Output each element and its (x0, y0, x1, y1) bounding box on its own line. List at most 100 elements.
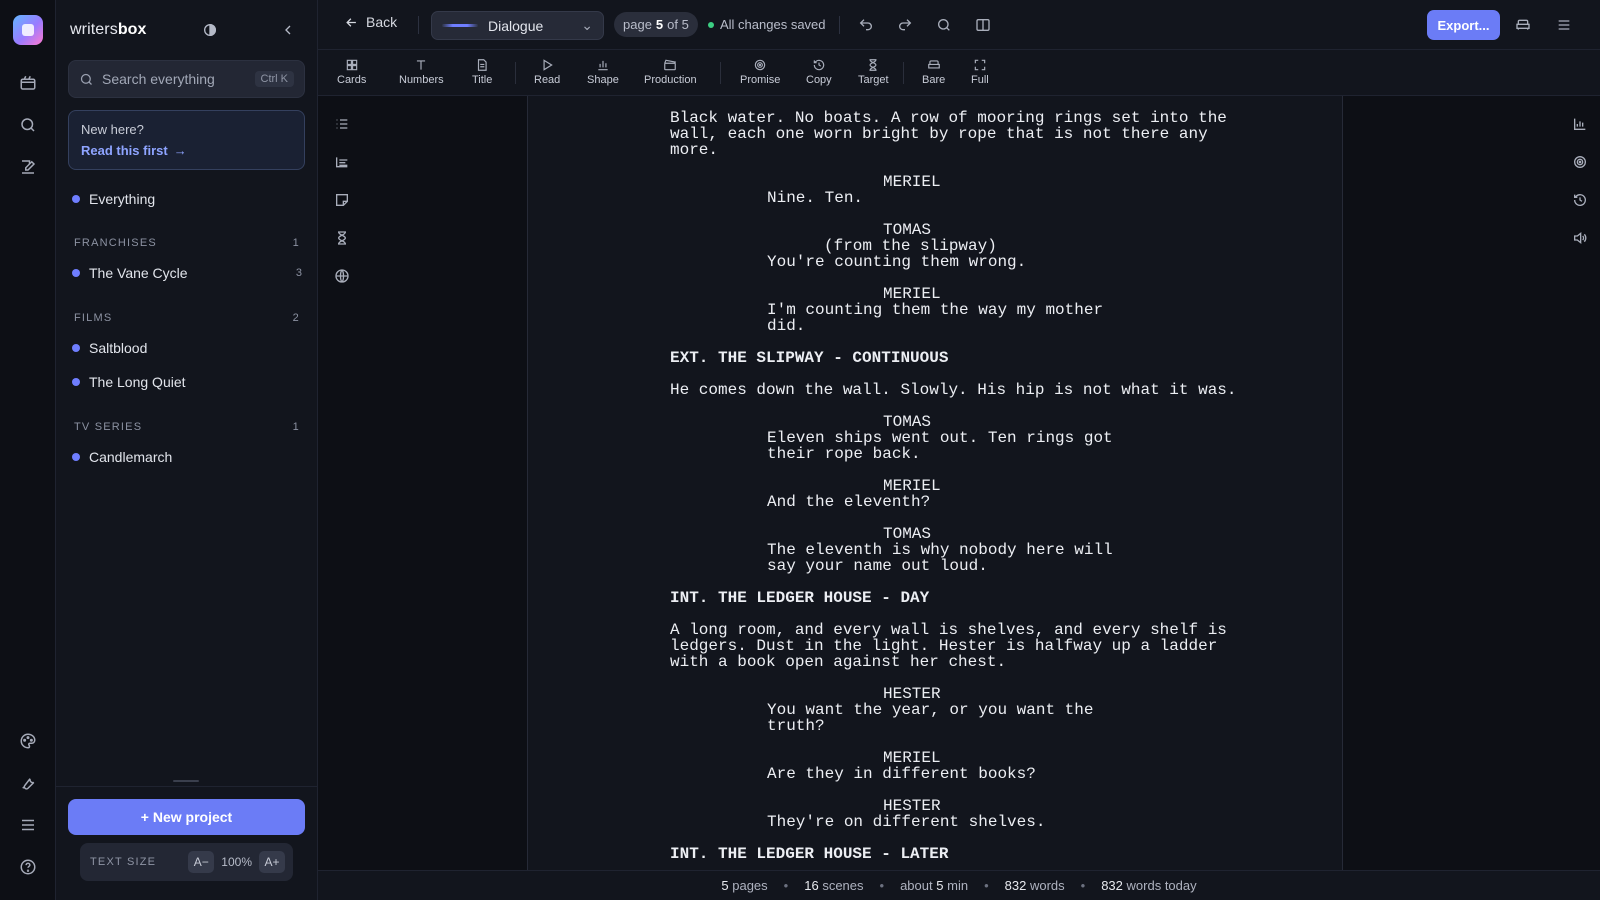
projects-icon[interactable] (14, 69, 42, 97)
top-bar: Back Dialogue ⌄ page 5 of 5 All changes sa… (318, 0, 1600, 50)
collapse-sidebar-icon[interactable] (279, 21, 297, 39)
hourglass-icon[interactable] (330, 226, 354, 250)
speaker-icon[interactable] (1568, 226, 1592, 250)
dialogue-line[interactable]: You're counting them wrong. (767, 254, 1117, 270)
back-button[interactable]: Back (344, 14, 397, 30)
element-type-select[interactable]: Dialogue ⌄ (431, 11, 604, 40)
text-size-decrease-button[interactable]: A− (188, 851, 215, 873)
resize-handle[interactable] (173, 780, 199, 782)
scene-heading[interactable]: EXT. THE SLIPWAY - CONTINUOUS (670, 350, 948, 366)
character-name[interactable]: TOMAS (883, 526, 931, 542)
page-count: 5 pages (721, 878, 768, 893)
play-icon (543, 59, 553, 71)
tool-full[interactable]: Full (971, 58, 989, 86)
divider (839, 16, 840, 34)
script-page[interactable]: Black water. No boats. A row of mooring … (527, 96, 1343, 870)
bullet-icon (72, 453, 80, 461)
split-view-icon[interactable] (973, 15, 993, 35)
character-name[interactable]: HESTER (883, 798, 941, 814)
dialogue-line[interactable]: They're on different shelves. (767, 814, 1117, 830)
tool-shape[interactable]: Shape (587, 58, 619, 86)
sidebar-item-candlemarch[interactable]: Candlemarch (72, 449, 302, 465)
scene-list-icon[interactable] (330, 150, 354, 174)
tool-read[interactable]: Read (534, 58, 560, 86)
character-name[interactable]: MERIEL (883, 478, 941, 494)
search-icon[interactable] (14, 111, 42, 139)
text-size-increase-button[interactable]: A+ (259, 851, 285, 873)
parenthetical[interactable]: (from the slipway) (824, 238, 997, 254)
separator-dot: • (1080, 878, 1086, 893)
words-today: 832 words today (1101, 878, 1197, 893)
tool-production[interactable]: Production (644, 58, 697, 86)
search-input[interactable]: Search everything Ctrl K (68, 60, 305, 98)
dialogue-line[interactable]: You want the year, or you want the truth… (767, 702, 1117, 734)
tool-bare[interactable]: Bare (922, 58, 945, 86)
new-project-button[interactable]: + New project (68, 799, 305, 835)
scene-heading[interactable]: INT. THE LEDGER HOUSE - LATER (670, 846, 948, 862)
sofa-icon[interactable] (1513, 15, 1533, 35)
outline-icon[interactable] (330, 112, 354, 136)
character-name[interactable]: MERIEL (883, 174, 941, 190)
fullscreen-icon (974, 59, 986, 71)
character-name[interactable]: MERIEL (883, 750, 941, 766)
dialogue-line[interactable]: And the eleventh? (767, 494, 1117, 510)
edit-icon[interactable] (14, 153, 42, 181)
menu-icon[interactable] (1554, 15, 1574, 35)
editor-area: Black water. No boats. A row of mooring … (318, 96, 1600, 870)
undo-icon[interactable] (856, 15, 876, 35)
bullet-icon (72, 195, 80, 203)
app-logo[interactable] (13, 15, 43, 45)
dialogue-line[interactable]: Are they in different books? (767, 766, 1117, 782)
globe-icon[interactable] (330, 264, 354, 288)
history-icon (813, 59, 825, 71)
wrench-icon[interactable] (14, 769, 42, 797)
bar-chart-icon (598, 60, 608, 71)
dialogue-line[interactable]: Nine. Ten. (767, 190, 1117, 206)
find-icon[interactable] (934, 15, 954, 35)
character-name[interactable]: HESTER (883, 686, 941, 702)
redo-icon[interactable] (895, 15, 915, 35)
action-line[interactable]: He comes down the wall. Slowly. His hip … (670, 382, 1240, 398)
hourglass-icon (869, 59, 877, 71)
note-icon[interactable] (330, 188, 354, 212)
scene-heading[interactable]: INT. THE LEDGER HOUSE - DAY (670, 590, 929, 606)
saved-dot-icon (708, 21, 714, 28)
help-icon[interactable] (14, 853, 42, 881)
dialogue-line[interactable]: The eleventh is why nobody here will say… (767, 542, 1117, 574)
text-size-control: TEXT SIZE A− 100% A+ (80, 843, 293, 881)
character-name[interactable]: TOMAS (883, 222, 931, 238)
tool-cards[interactable]: Cards (337, 58, 366, 86)
history-icon[interactable] (1568, 188, 1592, 212)
stats-icon[interactable] (1568, 112, 1592, 136)
tool-title[interactable]: Title (472, 58, 492, 86)
dialogue-line[interactable]: I'm counting them the way my mother did. (767, 302, 1117, 334)
icon-rail (0, 0, 56, 900)
sidebar-item-the-long-quiet[interactable]: The Long Quiet (72, 374, 302, 390)
element-indicator-icon (442, 24, 478, 27)
scene-count: 16 scenes (804, 878, 864, 893)
character-name[interactable]: MERIEL (883, 286, 941, 302)
sidebar-item-saltblood[interactable]: Saltblood (72, 340, 302, 356)
tool-copy[interactable]: Copy (806, 58, 832, 86)
sidebar-item-the-vane-cycle[interactable]: The Vane Cycle 3 (72, 265, 302, 281)
tool-numbers[interactable]: Numbers (399, 58, 444, 86)
search-shortcut-badge: Ctrl K (254, 71, 294, 87)
export-button[interactable]: Export... (1427, 10, 1500, 40)
onboarding-card: New here? Read this first → (68, 110, 305, 170)
tool-target[interactable]: Target (858, 58, 889, 86)
read-this-first-link[interactable]: Read this first → (81, 143, 292, 158)
text-icon (417, 60, 426, 70)
tool-promise[interactable]: Promise (740, 58, 780, 86)
target-icon (754, 59, 766, 71)
sidebar-item-everything[interactable]: Everything (72, 191, 302, 207)
onboarding-title: New here? (81, 122, 144, 137)
dialogue-line[interactable]: Eleven ships went out. Ten rings got the… (767, 430, 1117, 462)
action-line[interactable]: Black water. No boats. A row of mooring … (670, 110, 1240, 158)
target-icon[interactable] (1568, 150, 1592, 174)
character-name[interactable]: TOMAS (883, 414, 931, 430)
arrow-left-icon (346, 17, 356, 27)
menu-icon[interactable] (14, 811, 42, 839)
theme-toggle-icon[interactable] (201, 21, 219, 39)
action-line[interactable]: A long room, and every wall is shelves, … (670, 622, 1240, 670)
palette-icon[interactable] (14, 727, 42, 755)
